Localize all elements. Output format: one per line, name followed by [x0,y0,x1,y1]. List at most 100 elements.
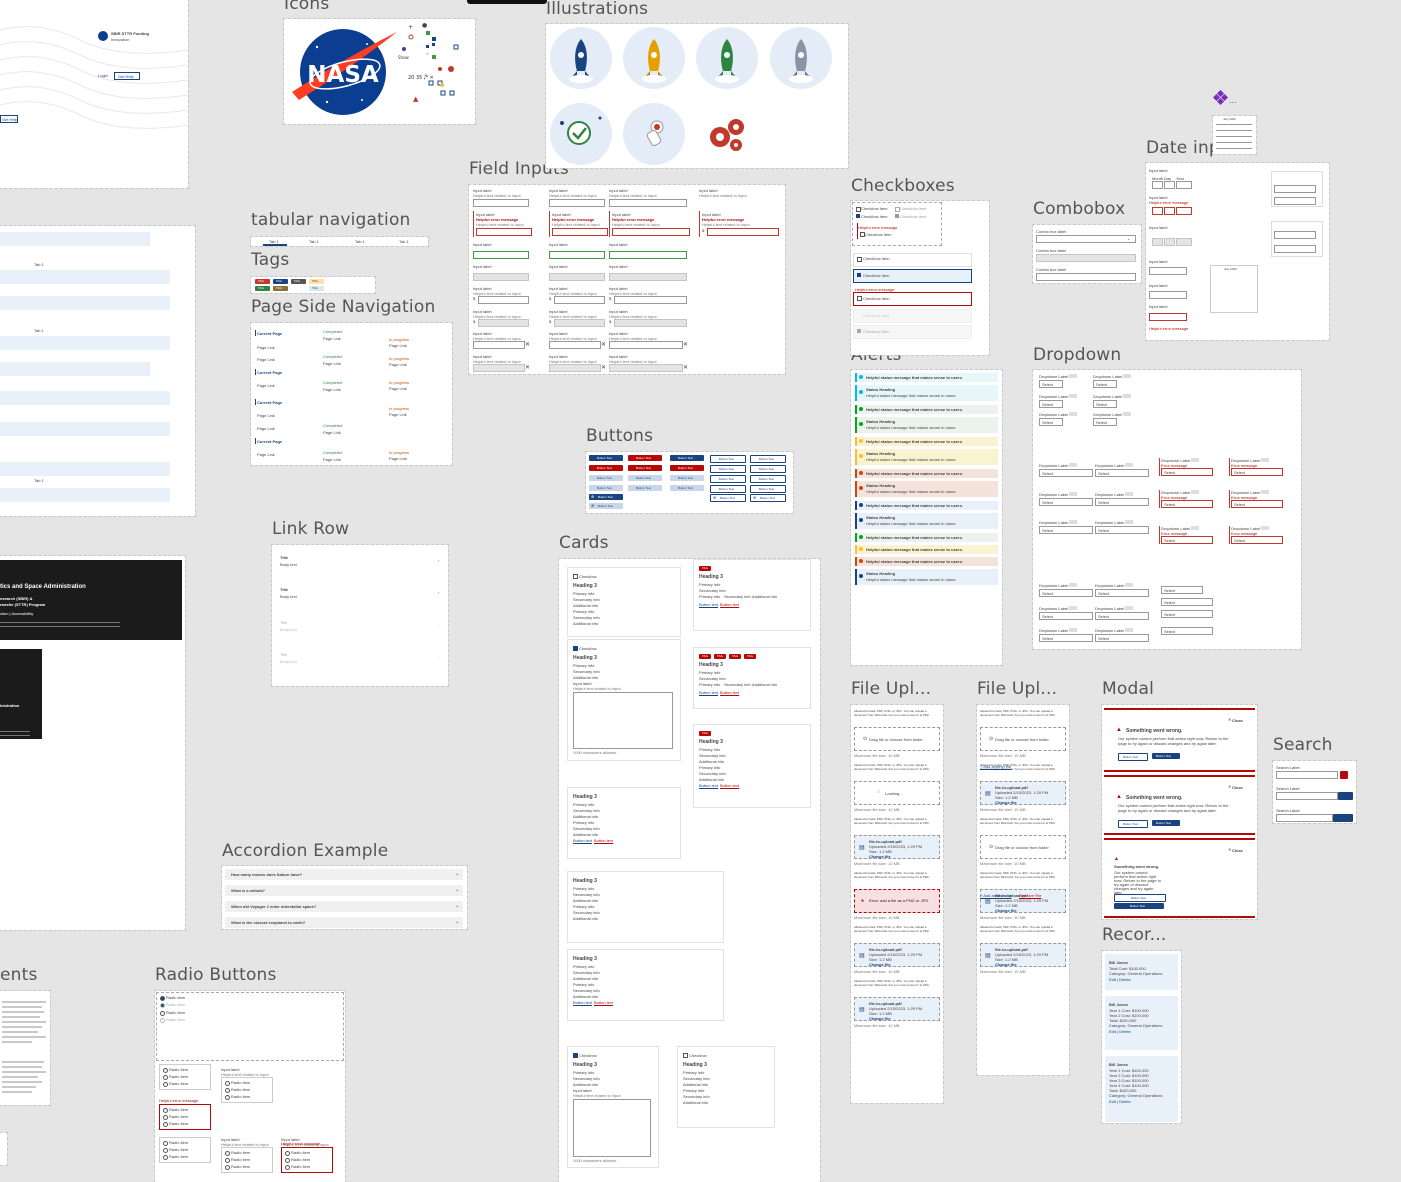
change-file-link[interactable]: Change file [995,800,1017,805]
date-range-input[interactable] [1274,197,1316,205]
currency-input[interactable] [554,296,605,304]
accordion-item[interactable]: How many moons does Saturn have? ⌄ [225,869,463,880]
text-input[interactable] [473,199,529,207]
text-input-success[interactable] [609,251,687,259]
radio-button[interactable] [285,1165,290,1170]
dropdown-select[interactable]: Select [1161,468,1213,476]
radio-button[interactable] [225,1151,230,1156]
radio-button[interactable] [163,1082,168,1087]
text-input-error[interactable] [476,228,532,236]
get-help-button[interactable]: Get Help [114,72,140,80]
currency-input[interactable] [478,296,529,304]
button[interactable]: Button Text [589,475,623,481]
search-button[interactable] [1338,792,1353,800]
chevron-right-icon[interactable]: › [438,558,439,563]
change-file-link[interactable]: Change file [869,854,891,859]
dropdown-select[interactable]: Select [1039,400,1063,408]
login-link[interactable]: Login [98,73,108,78]
accordion-item[interactable]: When did Voyager 1 enter interstellar sp… [225,901,463,912]
button[interactable]: Button Text [628,465,662,471]
dropdown-select[interactable]: Select [1095,469,1149,477]
file-drop-zone[interactable]: ▤ file-to-upload.pdf Uploaded 2/15/2023, 1… [854,835,940,859]
side-nav-link[interactable]: Page Link [323,430,341,435]
text-input-disabled[interactable] [609,273,687,281]
record-actions[interactable]: Edit | Delete [1109,1029,1131,1034]
close-icon[interactable]: ✕ [1228,784,1231,789]
chevron-right-icon[interactable]: › [438,655,439,660]
dropdown-select[interactable]: Select [1161,536,1213,544]
side-nav-link[interactable]: Page Link [389,412,407,417]
card-link-button[interactable]: Button text [699,783,718,788]
currency-input[interactable] [614,296,687,304]
radio-button[interactable] [163,1148,168,1153]
checkbox-checked-disabled[interactable] [895,214,899,218]
accordion-item[interactable]: What is a nebula? ⌄ [225,885,463,896]
search-button[interactable] [1333,814,1353,822]
add-another-file-link[interactable]: + Add another file [980,893,1011,898]
button[interactable]: Button Text [589,465,623,471]
tile-checkbox[interactable] [857,257,862,262]
side-nav-current[interactable]: Current Page [257,370,282,375]
button[interactable]: Button Text [750,475,786,483]
button[interactable]: Button Text [670,465,704,471]
checkbox-checked[interactable] [856,214,860,218]
modal-secondary-button[interactable]: Button Text [1118,820,1148,828]
tile-checkbox-disabled[interactable] [857,329,861,333]
close-icon[interactable]: ✕ [601,364,606,371]
side-nav-link[interactable]: Page Link [323,387,341,392]
text-input[interactable] [549,199,605,207]
side-nav-link[interactable]: Page Link [257,426,275,431]
button[interactable]: Button Text [628,485,662,491]
radio-button[interactable] [225,1081,230,1086]
button[interactable]: Button Text [670,485,704,491]
side-nav-link[interactable]: Page Link [257,357,275,362]
date-picker-input[interactable] [1149,267,1187,275]
button[interactable]: Button Text [750,465,786,473]
footer-links[interactable]: ction | Accessibility [0,611,33,616]
date-range-input[interactable] [1274,231,1316,239]
modal-secondary-button[interactable]: Button Text [1118,753,1148,761]
date-day-input-disabled[interactable] [1164,238,1175,246]
button[interactable]: Button Text [670,475,704,481]
search-button[interactable] [1340,771,1348,779]
tile-checkbox[interactable] [857,296,862,301]
dropdown-select[interactable]: Select [1039,526,1093,534]
dropdown-select[interactable]: Select [1039,634,1093,642]
card-link-button[interactable]: Button text [594,1000,613,1005]
side-nav-link[interactable]: Page Link [389,362,407,367]
dropdown-select[interactable]: Select [1039,380,1063,388]
text-input-success[interactable] [473,251,529,259]
radio-button[interactable] [285,1151,290,1156]
date-year-input[interactable] [1176,181,1192,189]
radio-button[interactable] [160,1003,165,1008]
modal-close-label[interactable]: Close [1232,848,1243,853]
close-icon[interactable]: ✕ [683,341,688,348]
clearable-input-disabled[interactable] [473,364,525,372]
accordion-item[interactable]: What is the closest exoplanet to earth? ⌄ [225,917,463,928]
radio-button[interactable] [225,1158,230,1163]
currency-input-disabled[interactable] [554,319,605,327]
file-drop-zone[interactable]: ▤ file-to-upload.pdf Uploaded 2/15/2023, 1… [980,781,1066,805]
combobox-input[interactable] [1036,235,1136,243]
date-month-input-disabled[interactable] [1152,238,1163,246]
search-input[interactable] [1276,792,1338,800]
modal-primary-button[interactable]: Button Text [1152,820,1180,826]
card-checkbox[interactable] [683,1053,688,1058]
radio-button[interactable] [160,996,165,1001]
date-day-input[interactable] [1164,181,1175,189]
side-nav-current[interactable]: Current Page [257,331,282,336]
dropdown-select[interactable]: Select [1093,400,1117,408]
date-month-input[interactable] [1152,181,1163,189]
change-file-link[interactable]: Change file [995,908,1017,913]
file-drop-zone[interactable]: ⊙ Drag file or choose from folder [980,727,1066,751]
close-icon[interactable]: ✕ [525,341,530,348]
tab-2[interactable]: Tab 1 [309,239,319,244]
side-nav-current[interactable]: Current Page [257,439,282,444]
dropdown-select[interactable]: Select [1039,469,1093,477]
tab-4[interactable]: Tab 1 [399,239,409,244]
button[interactable]: Button Text [589,485,623,491]
change-file-link[interactable]: Change file [869,962,891,967]
date-range-input[interactable] [1274,245,1316,253]
currency-input-disabled[interactable] [478,319,529,327]
record-actions[interactable]: Edit | Delete [1109,977,1131,982]
